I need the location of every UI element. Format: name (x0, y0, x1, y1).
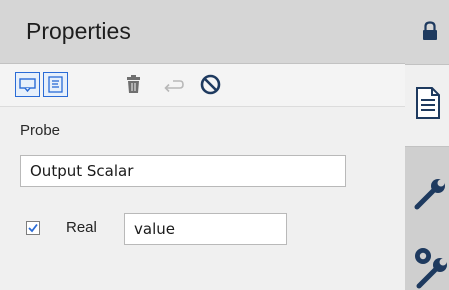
panel-header: Properties (0, 0, 405, 64)
real-label: Real (66, 219, 97, 236)
input-view-button[interactable] (15, 72, 40, 97)
document-icon (416, 87, 440, 119)
text-lines-icon (48, 76, 63, 93)
properties-content (0, 107, 405, 290)
real-value-text: value (134, 220, 175, 238)
rail-tab-lock[interactable] (405, 0, 449, 64)
text-view-button[interactable] (43, 72, 68, 97)
wrench-icon (414, 179, 445, 210)
properties-toolbar (0, 64, 405, 107)
prohibit-icon[interactable] (200, 74, 221, 95)
rail-tab-wrench-gear[interactable] (405, 220, 449, 290)
checkmark-icon (28, 223, 38, 233)
panel-title: Properties (26, 18, 131, 44)
properties-panel: Properties Probe Output Scalar Real valu… (0, 0, 405, 290)
output-name-field[interactable]: Output Scalar (20, 155, 346, 187)
rail-tab-document[interactable] (405, 64, 449, 147)
lock-icon (423, 21, 437, 40)
wrench-gear-icon (415, 248, 447, 289)
undo-arrow-icon[interactable] (163, 77, 185, 93)
right-side-rail (405, 0, 449, 290)
real-checkbox[interactable] (26, 221, 40, 235)
input-field-icon (19, 78, 36, 93)
rail-tab-wrench[interactable] (405, 147, 449, 220)
trash-icon[interactable] (125, 75, 142, 94)
output-name-value: Output Scalar (30, 162, 134, 180)
real-value-field[interactable]: value (124, 213, 287, 245)
section-label: Probe (20, 122, 61, 139)
